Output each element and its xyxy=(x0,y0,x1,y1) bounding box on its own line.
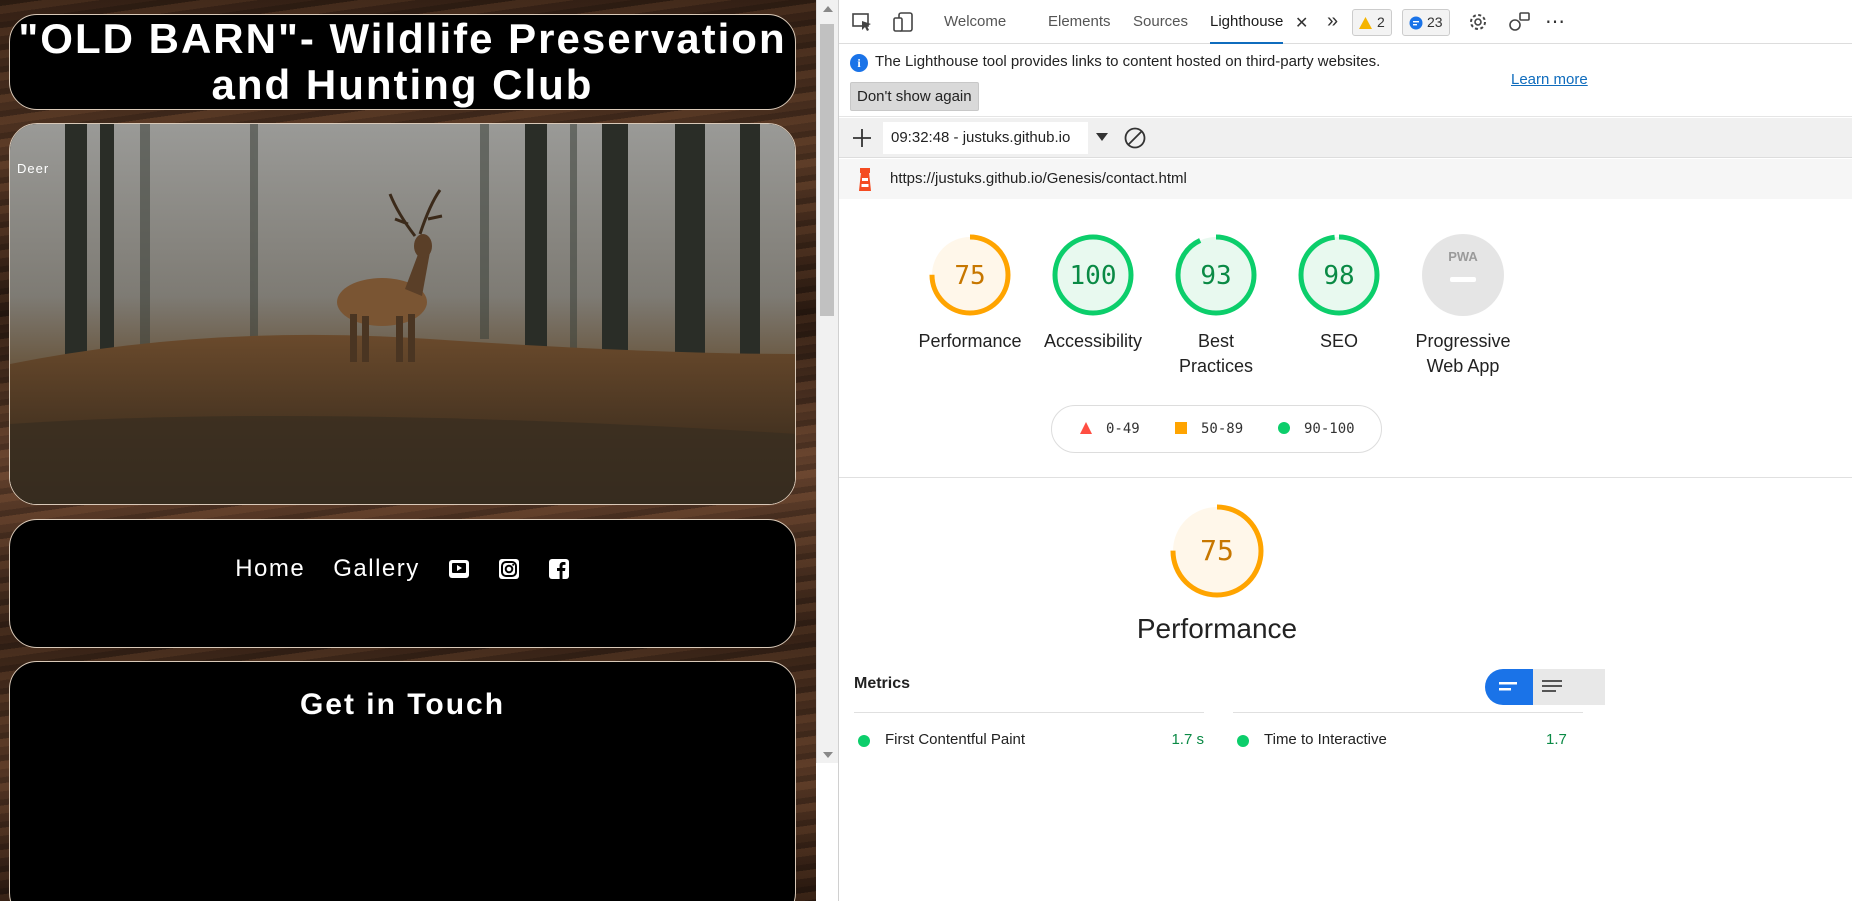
score-seo: 98 xyxy=(1323,261,1354,291)
gauge-best-practices[interactable]: 93 Best Practices xyxy=(1156,233,1276,379)
score-best-practices: 93 xyxy=(1200,261,1231,291)
tab-welcome[interactable]: Welcome xyxy=(944,0,1006,44)
hero-image: Deer xyxy=(9,123,796,505)
tab-lighthouse[interactable]: Lighthouse xyxy=(1210,0,1284,44)
scroll-up-icon[interactable] xyxy=(823,6,833,12)
legend-fail: 0-49 xyxy=(1080,420,1140,438)
metric-divider xyxy=(1233,712,1583,713)
messages-count: 23 xyxy=(1427,14,1443,30)
lighthouse-logo-icon xyxy=(859,168,871,191)
label-seo: SEO xyxy=(1319,331,1358,351)
performance-big-gauge: 75 xyxy=(1169,503,1265,604)
device-emulation-icon[interactable] xyxy=(891,10,915,34)
warnings-count: 2 xyxy=(1377,14,1385,30)
clear-reports-icon[interactable] xyxy=(1123,126,1147,150)
report-select[interactable]: 09:32:48 - justuks.github.io xyxy=(883,122,1088,154)
warning-icon xyxy=(1359,17,1372,29)
page-scrollbar[interactable] xyxy=(816,0,838,763)
site-nav: Home Gallery xyxy=(9,519,796,648)
metric-first-contentful-paint: First Contentful Paint 1.7 s xyxy=(854,731,1204,751)
pass-dot-icon xyxy=(858,735,870,747)
report-url: https://justuks.github.io/Genesis/contac… xyxy=(890,170,1187,187)
pass-circle-icon xyxy=(1278,422,1290,434)
metric-value: 1.7 s xyxy=(1171,731,1204,748)
contact-title: Get in Touch xyxy=(299,688,506,721)
feedback-icon[interactable] xyxy=(1507,10,1531,34)
more-tabs-icon[interactable]: » xyxy=(1327,10,1338,33)
big-score-performance: 75 xyxy=(1200,534,1234,567)
metrics-view-toggle xyxy=(1485,669,1605,705)
nav-link-home[interactable]: Home xyxy=(235,555,305,583)
facebook-icon[interactable] xyxy=(548,558,570,580)
performance-section-title: Performance xyxy=(1136,613,1298,644)
metrics-title: Metrics xyxy=(854,675,911,692)
close-tab-icon[interactable]: ✕ xyxy=(1295,13,1308,33)
tab-elements[interactable]: Elements xyxy=(1048,0,1111,44)
gauge-pwa[interactable]: PWA Progressive Web App xyxy=(1403,233,1523,379)
average-square-icon xyxy=(1175,422,1187,434)
label-accessibility: Accessibility xyxy=(1043,331,1143,351)
nav-link-gallery[interactable]: Gallery xyxy=(333,555,420,583)
scroll-down-icon[interactable] xyxy=(823,752,833,758)
label-performance: Performance xyxy=(918,331,1022,351)
pass-dot-icon xyxy=(1237,735,1249,747)
pwa-dash xyxy=(1450,277,1476,282)
deer-forest-photo xyxy=(10,124,795,504)
metric-time-to-interactive: Time to Interactive 1.7 xyxy=(1233,731,1593,751)
more-options-icon[interactable]: ⋯ xyxy=(1545,9,1565,34)
website-viewport: "OLD BARN"- Wildlife Preservation and Hu… xyxy=(0,0,816,901)
legend-pass: 90-100 xyxy=(1278,420,1355,438)
lighthouse-report: 75 Performance 100 Accessibility 93 Best… xyxy=(839,199,1852,901)
collapsed-view-button[interactable] xyxy=(1485,669,1533,705)
tab-sources[interactable]: Sources xyxy=(1133,0,1188,44)
instagram-icon[interactable] xyxy=(498,558,520,580)
settings-gear-icon[interactable] xyxy=(1466,10,1490,34)
gauge-accessibility[interactable]: 100 Accessibility xyxy=(1033,233,1153,354)
expanded-view-button[interactable] xyxy=(1533,669,1605,705)
pwa-badge-icon: PWA xyxy=(1448,249,1478,264)
inspect-element-icon[interactable] xyxy=(850,10,874,34)
score-performance: 75 xyxy=(954,261,985,291)
site-header: "OLD BARN"- Wildlife Preservation and Hu… xyxy=(9,14,796,110)
youtube-icon[interactable] xyxy=(448,558,470,580)
devtools-panel: Welcome Elements Sources Lighthouse ✕ » … xyxy=(838,0,1852,901)
metric-divider xyxy=(854,712,1204,713)
metric-name: Time to Interactive xyxy=(1264,731,1387,748)
scrollbar-thumb[interactable] xyxy=(820,24,834,316)
new-report-plus-icon[interactable] xyxy=(851,127,873,149)
messages-badge[interactable]: 23 xyxy=(1402,9,1450,36)
gauge-performance[interactable]: 75 Performance xyxy=(910,233,1030,354)
info-icon: i xyxy=(850,54,868,72)
chevron-down-icon[interactable] xyxy=(1096,133,1108,141)
site-title: "OLD BARN"- Wildlife Preservation and Hu… xyxy=(18,16,786,108)
hero-caption: Deer xyxy=(17,161,50,176)
infobar-text: The Lighthouse tool provides links to co… xyxy=(875,53,1381,70)
site-title-line2: and Hunting Club xyxy=(211,61,594,108)
contact-section: Get in Touch xyxy=(9,661,796,901)
label-best-practices: Best Practices xyxy=(1178,331,1254,376)
dont-show-again-button[interactable]: Don't show again xyxy=(850,82,979,111)
score-legend: 0-49 50-89 90-100 xyxy=(1051,405,1382,453)
metric-value: 1.7 xyxy=(1546,731,1567,748)
gauge-seo[interactable]: 98 SEO xyxy=(1279,233,1399,354)
metric-name: First Contentful Paint xyxy=(885,731,1026,748)
score-accessibility: 100 xyxy=(1070,261,1117,291)
third-party-infobar: i The Lighthouse tool provides links to … xyxy=(839,45,1852,117)
site-title-line1: "OLD BARN"- Wildlife Preservation xyxy=(18,15,787,62)
devtools-toolbar: Welcome Elements Sources Lighthouse ✕ » … xyxy=(839,0,1852,44)
report-url-bar: https://justuks.github.io/Genesis/contac… xyxy=(839,159,1852,199)
report-divider xyxy=(839,477,1852,478)
fail-triangle-icon xyxy=(1080,422,1092,434)
legend-average: 50-89 xyxy=(1175,420,1243,438)
message-icon xyxy=(1409,16,1423,30)
warnings-badge[interactable]: 2 xyxy=(1352,9,1392,36)
label-pwa: Progressive Web App xyxy=(1415,331,1511,376)
learn-more-link[interactable]: Learn more xyxy=(1511,71,1588,88)
lighthouse-toolbar: 09:32:48 - justuks.github.io xyxy=(839,118,1852,158)
